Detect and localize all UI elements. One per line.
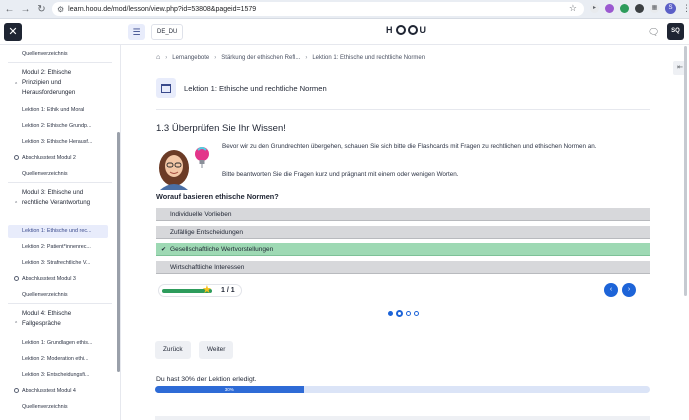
card-pagination-dots xyxy=(388,310,419,317)
next-button[interactable]: Weiter xyxy=(199,341,234,359)
quiz-question: Worauf basieren ethische Normen? xyxy=(156,192,279,201)
browser-toolbar: ← → ↻ ⚙ learn.hoou.de/mod/lesson/view.ph… xyxy=(0,0,689,19)
pagination-dot[interactable] xyxy=(406,311,411,316)
chevron-up-icon[interactable]: ⌃ xyxy=(14,201,18,207)
answer-option[interactable]: Individuelle Vorlieben xyxy=(156,208,650,221)
page-scrollbar[interactable] xyxy=(684,46,687,296)
answer-label: Gesellschaftliche Wertvorstellungen xyxy=(170,245,274,253)
lesson-progress-text: Du hast 30% der Lektion erledigt. xyxy=(156,376,257,383)
quiz-circle-icon xyxy=(14,388,19,393)
url-text: learn.hoou.de/mod/lesson/view.php?id=538… xyxy=(68,5,257,13)
quiz-score-count: 1 / 1 xyxy=(221,287,235,294)
back-arrow-icon[interactable]: ← xyxy=(3,3,16,16)
answer-option[interactable]: Zufällige Entscheidungen xyxy=(156,226,650,239)
breadcrumb-separator-icon: › xyxy=(165,54,168,61)
lesson-title: Lektion 1: Ethische und rechtliche Norme… xyxy=(184,84,327,93)
pagination-dot-current[interactable] xyxy=(396,310,403,317)
answer-option[interactable]: Wirtschaftliche Interessen xyxy=(156,261,650,274)
answer-label: Wirtschaftliche Interessen xyxy=(170,263,245,271)
lesson-icon xyxy=(156,78,176,98)
pagination-dot[interactable] xyxy=(388,311,393,316)
teacher-idea-illustration xyxy=(159,147,209,190)
sidebar-item-quiz[interactable]: Abschlusstest Modul 3 xyxy=(22,276,76,282)
sidebar-item-quiz[interactable]: Abschlusstest Modul 4 xyxy=(22,388,76,394)
check-icon: ✔ xyxy=(161,246,167,253)
app-header: ✕ ☰ DE_DU H U 🗨 SQ xyxy=(0,19,689,45)
puzzle-icon[interactable]: ▦ xyxy=(650,4,659,13)
extension-icon[interactable]: ▸ xyxy=(590,4,599,13)
sidebar-item-sources[interactable]: Quellenverzeichnis xyxy=(22,404,68,410)
breadcrumb-item[interactable]: Stärkung der ethischen Refl... xyxy=(221,55,300,61)
sidebar-item-sources[interactable]: Quellenverzeichnis xyxy=(22,171,68,177)
sidebar-item-lesson[interactable]: Lektion 1: Ethik und Moral xyxy=(22,107,84,113)
extensions-area: ▸ ▦ S ⋮ xyxy=(590,3,689,14)
chevron-up-icon[interactable]: ⌃ xyxy=(14,321,18,327)
extension-icon[interactable] xyxy=(620,4,629,13)
address-bar[interactable]: ⚙ learn.hoou.de/mod/lesson/view.php?id=5… xyxy=(52,2,584,16)
sidebar-item-sources[interactable]: Quellenverzeichnis xyxy=(22,51,68,57)
sidebar-item-active-lesson[interactable]: Lektion 1: Ethische und rec... xyxy=(22,228,92,234)
breadcrumb-item[interactable]: Lektion 1: Ethische und rechtliche Norme… xyxy=(312,55,425,61)
sidebar-item-lesson[interactable]: Lektion 2: Moderation ethi... xyxy=(22,356,89,362)
sidebar-item-lesson[interactable]: Lektion 1: Grundlagen ethis... xyxy=(22,340,92,346)
back-button[interactable]: Zurück xyxy=(155,341,191,359)
sidebar-divider xyxy=(8,182,112,183)
intro-text: Bevor wir zu den Grundrechten übergehen,… xyxy=(222,143,597,150)
sidebar-scrollbar[interactable] xyxy=(117,132,120,372)
close-sidebar-button[interactable]: ✕ xyxy=(4,23,22,41)
sidebar-item-lesson[interactable]: Lektion 3: Strafrechtliche V... xyxy=(22,260,90,266)
sidebar-item-quiz[interactable]: Abschlusstest Modul 2 xyxy=(22,155,76,161)
forward-arrow-icon[interactable]: → xyxy=(19,3,32,16)
browser-profile-avatar[interactable]: S xyxy=(665,3,676,14)
logo-circle xyxy=(407,25,418,35)
extension-icon[interactable] xyxy=(635,4,644,13)
sidebar-divider xyxy=(8,62,112,63)
sidebar-item-sources[interactable]: Quellenverzeichnis xyxy=(22,292,68,298)
browser-menu-icon[interactable]: ⋮ xyxy=(682,3,689,14)
sidebar-item-lesson[interactable]: Lektion 3: Entscheidungsfi... xyxy=(22,372,89,378)
language-selector[interactable]: DE_DU xyxy=(151,24,184,40)
quiz-score-pill: ★ 1 / 1 xyxy=(158,284,242,297)
previous-card-button[interactable]: ‹ xyxy=(604,283,618,297)
user-avatar[interactable]: SQ xyxy=(667,23,684,40)
star-icon: ★ xyxy=(202,284,212,296)
hoou-logo[interactable]: H U xyxy=(386,25,427,35)
answer-label: Zufällige Entscheidungen xyxy=(170,228,243,236)
breadcrumb-separator-icon: › xyxy=(214,54,217,61)
breadcrumb: ⌂ › Lernangebote › Stärkung der ethische… xyxy=(156,54,425,61)
instruction-text: Bitte beantworten Sie die Fragen kurz un… xyxy=(222,171,459,178)
quiz-circle-icon xyxy=(14,155,19,160)
chevron-up-icon[interactable]: ⌃ xyxy=(14,82,18,88)
reload-icon[interactable]: ↻ xyxy=(35,3,48,16)
header-divider xyxy=(156,109,650,110)
logo-letter: U xyxy=(419,25,427,35)
extension-icon[interactable] xyxy=(605,4,614,13)
home-icon[interactable]: ⌂ xyxy=(156,54,160,61)
logo-circle xyxy=(395,25,406,35)
breadcrumb-item[interactable]: Lernangebote xyxy=(172,55,209,61)
sidebar-module-3[interactable]: Modul 3: Ethische und rechtliche Verantw… xyxy=(22,188,94,208)
bookmark-star-icon[interactable]: ☆ xyxy=(569,3,577,14)
quiz-circle-icon xyxy=(14,276,19,281)
sidebar-divider xyxy=(8,303,112,304)
lesson-footer-bar xyxy=(155,416,650,420)
logo-letter: H xyxy=(386,25,394,35)
sidebar-item-lesson[interactable]: Lektion 3: Ethische Herausf... xyxy=(22,139,92,145)
answer-option-correct[interactable]: ✔ Gesellschaftliche Wertvorstellungen xyxy=(156,243,650,256)
site-info-icon[interactable]: ⚙ xyxy=(57,5,64,14)
course-index-sidebar: Quellenverzeichnis ⌃ Modul 2: Ethische P… xyxy=(0,45,121,420)
chat-icon[interactable]: 🗨 xyxy=(648,27,659,38)
lesson-progress-bar: 30% xyxy=(155,386,650,393)
sidebar-module-2[interactable]: Modul 2: Ethische Prinzipien und Herausf… xyxy=(22,68,94,99)
lesson-progress-percent: 30% xyxy=(224,387,234,392)
sidebar-item-lesson[interactable]: Lektion 2: Patient*innenrec... xyxy=(22,244,91,250)
breadcrumb-separator-icon: › xyxy=(305,54,308,61)
next-card-button[interactable]: › xyxy=(622,283,636,297)
pagination-dot[interactable] xyxy=(414,311,419,316)
sidebar-item-lesson[interactable]: Lektion 2: Ethische Grundp... xyxy=(22,123,92,129)
sidebar-module-4[interactable]: Modul 4: Ethische Fallgespräche xyxy=(22,309,94,329)
section-title: 1.3 Überprüfen Sie Ihr Wissen! xyxy=(156,123,286,134)
answer-label: Individuelle Vorlieben xyxy=(170,210,232,218)
menu-icon[interactable]: ☰ xyxy=(128,24,145,40)
